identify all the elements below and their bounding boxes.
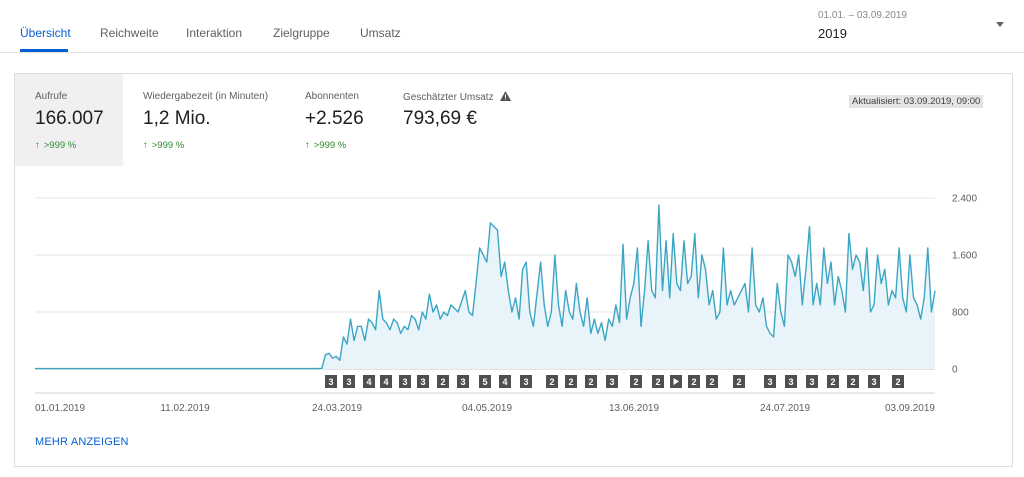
video-marker[interactable]: 4 [380, 375, 392, 388]
svg-text:2: 2 [588, 377, 593, 387]
svg-text:3: 3 [523, 377, 528, 387]
show-more-link[interactable]: MEHR ANZEIGEN [35, 436, 129, 448]
video-marker[interactable]: 3 [806, 375, 818, 388]
video-marker[interactable]: 2 [565, 375, 577, 388]
date-range-selected[interactable]: 2019 [818, 26, 847, 41]
video-marker[interactable]: 3 [325, 375, 337, 388]
svg-text:3: 3 [609, 377, 614, 387]
svg-text:3: 3 [460, 377, 465, 387]
tab-revenue[interactable]: Umsatz [360, 26, 401, 40]
video-marker[interactable]: 4 [499, 375, 511, 388]
svg-text:2: 2 [568, 377, 573, 387]
x-tick-label: 11.02.2019 [160, 403, 210, 414]
video-marker[interactable]: 3 [764, 375, 776, 388]
x-tick-label: 24.07.2019 [760, 403, 810, 414]
video-marker[interactable]: 2 [706, 375, 718, 388]
video-marker[interactable]: 2 [652, 375, 664, 388]
video-marker[interactable]: 3 [457, 375, 469, 388]
x-tick-label: 03.09.2019 [885, 403, 935, 414]
x-tick-label: 01.01.2019 [35, 403, 85, 414]
video-marker[interactable]: 2 [827, 375, 839, 388]
svg-text:3: 3 [871, 377, 876, 387]
svg-text:3: 3 [420, 377, 425, 387]
svg-text:2: 2 [736, 377, 741, 387]
svg-text:4: 4 [366, 377, 371, 387]
svg-text:2: 2 [895, 377, 900, 387]
svg-text:2: 2 [850, 377, 855, 387]
video-marker[interactable]: 2 [630, 375, 642, 388]
video-marker[interactable]: 2 [733, 375, 745, 388]
tab-engagement[interactable]: Interaktion [186, 26, 242, 40]
video-marker[interactable]: 2 [847, 375, 859, 388]
svg-text:2: 2 [440, 377, 445, 387]
svg-text:2: 2 [549, 377, 554, 387]
svg-text:3: 3 [788, 377, 793, 387]
views-chart[interactable]: 0 800 1.600 2.400 3 3 4 4 3 3 2 3 5 4 3 2 2 2 3 2 2 2 2 2 3 3 3 2 2 3… [15, 74, 1012, 424]
analytics-card: Aufrufe 166.007 ↑ >999 % Wiedergabezeit (… [14, 73, 1013, 467]
video-marker[interactable]: 3 [417, 375, 429, 388]
chevron-down-icon[interactable] [996, 22, 1004, 27]
x-tick-label: 13.06.2019 [609, 403, 659, 414]
video-marker[interactable]: 2 [892, 375, 904, 388]
video-marker[interactable]: 5 [479, 375, 491, 388]
y-tick-label: 800 [952, 308, 969, 319]
video-marker[interactable]: 2 [688, 375, 700, 388]
tab-overview[interactable]: Übersicht [20, 26, 71, 40]
svg-text:2: 2 [691, 377, 696, 387]
tab-reach[interactable]: Reichweite [100, 26, 159, 40]
video-marker[interactable]: 3 [343, 375, 355, 388]
y-tick-label: 2.400 [952, 194, 977, 205]
video-marker[interactable]: 3 [785, 375, 797, 388]
video-marker[interactable]: 3 [868, 375, 880, 388]
top-tab-bar: Übersicht Reichweite Interaktion Zielgru… [0, 0, 1024, 53]
video-marker[interactable]: 4 [363, 375, 375, 388]
svg-text:5: 5 [482, 377, 487, 387]
svg-text:3: 3 [809, 377, 814, 387]
date-range-label[interactable]: 01.01. – 03.09.2019 [818, 10, 907, 21]
y-tick-label: 1.600 [952, 251, 977, 262]
svg-text:4: 4 [502, 377, 507, 387]
active-tab-indicator [20, 49, 68, 52]
video-marker[interactable]: 3 [606, 375, 618, 388]
video-marker[interactable] [670, 375, 682, 388]
svg-text:2: 2 [830, 377, 835, 387]
views-area [35, 205, 935, 369]
video-marker[interactable]: 3 [399, 375, 411, 388]
video-marker[interactable]: 2 [585, 375, 597, 388]
svg-text:2: 2 [709, 377, 714, 387]
x-tick-label: 24.03.2019 [312, 403, 362, 414]
tab-audience[interactable]: Zielgruppe [273, 26, 330, 40]
svg-text:3: 3 [767, 377, 772, 387]
svg-text:4: 4 [383, 377, 388, 387]
svg-text:3: 3 [328, 377, 333, 387]
y-tick-label: 0 [952, 365, 958, 376]
video-marker[interactable]: 2 [437, 375, 449, 388]
svg-text:2: 2 [655, 377, 660, 387]
x-tick-label: 04.05.2019 [462, 403, 512, 414]
svg-text:3: 3 [402, 377, 407, 387]
svg-text:3: 3 [346, 377, 351, 387]
video-marker[interactable]: 3 [520, 375, 532, 388]
svg-text:2: 2 [633, 377, 638, 387]
video-marker[interactable]: 2 [546, 375, 558, 388]
